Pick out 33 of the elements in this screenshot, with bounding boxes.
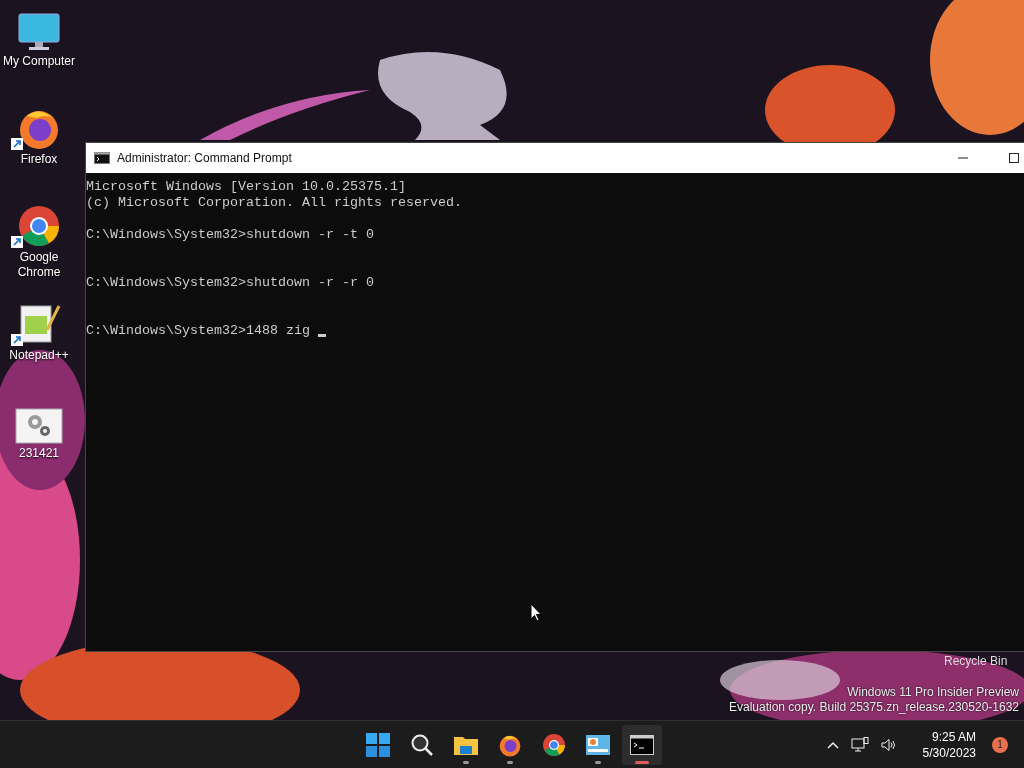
console-line: Microsoft Windows [Version 10.0.25375.1] xyxy=(86,179,407,195)
chrome-icon[interactable] xyxy=(542,732,566,757)
desktop-icon-label[interactable]: Recycle Bin xyxy=(944,654,1008,668)
maximize-icon[interactable] xyxy=(1009,153,1019,163)
notification-badge[interactable]: 1 xyxy=(992,736,1008,753)
watermark-text: Windows 11 Pro Insider Preview xyxy=(847,685,1019,700)
chevron-up-icon[interactable] xyxy=(826,740,839,749)
console-line: C:\Windows\System32>shutdown -r -t 0 xyxy=(86,227,374,243)
notepad-icon[interactable] xyxy=(17,302,61,346)
desktop-icon-label[interactable]: Google Chrome xyxy=(0,250,78,280)
console-icon[interactable] xyxy=(630,734,654,755)
desktop-icon-label[interactable]: My Computer xyxy=(3,54,75,69)
gears-icon[interactable] xyxy=(15,408,63,444)
mouse-pointer-icon xyxy=(530,603,542,622)
monitor-icon[interactable] xyxy=(17,12,61,52)
search-icon[interactable] xyxy=(410,732,434,757)
console-icon xyxy=(94,152,110,164)
taskbar-button[interactable] xyxy=(622,724,662,765)
desktop-icon-label[interactable]: Firefox xyxy=(20,152,58,167)
desktop-icon-label[interactable]: 231421 xyxy=(18,446,59,461)
network-icon[interactable] xyxy=(850,736,869,753)
windows-logo-icon[interactable] xyxy=(366,732,390,757)
chrome-icon[interactable] xyxy=(17,204,61,248)
window-title: Administrator: Command Prompt xyxy=(117,151,292,165)
speaker-icon[interactable] xyxy=(880,737,897,752)
clock-date[interactable]: 5/30/2023 xyxy=(922,744,976,761)
console-area[interactable]: Microsoft Windows [Version 10.0.25375.1] (c) Microsoft Corporation. All rights reserved. C:\Windows\System32>shutdown -r -t 0 C:\Windows\System32>shutdown -r -r 0 C:\Windows\System32>1488 zig xyxy=(86,173,1024,651)
clock-time[interactable]: 9:25 AM xyxy=(931,728,976,745)
console-line: C:\Windows\System32>1488 zig xyxy=(86,323,311,339)
console-line: (c) Microsoft Corporation. All rights reserved. xyxy=(86,195,463,211)
desktop-icon-label[interactable]: Notepad++ xyxy=(9,348,69,363)
control-panel-icon[interactable] xyxy=(585,733,611,756)
console-line: C:\Windows\System32>shutdown -r -r 0 xyxy=(86,275,374,291)
